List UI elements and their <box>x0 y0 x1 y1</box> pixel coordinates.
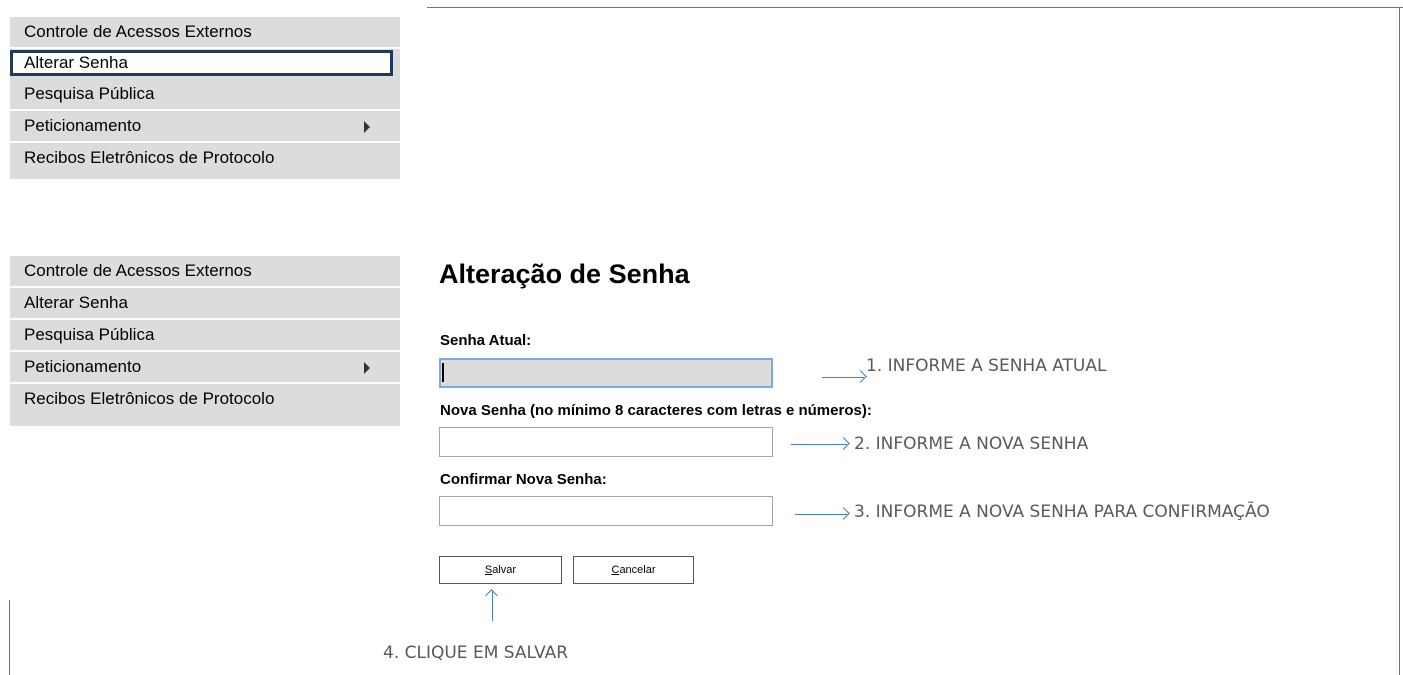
step1-arrow-icon <box>822 377 864 378</box>
menu-item-peticionamento[interactable]: Peticionamento <box>10 352 400 384</box>
new-password-label: Nova Senha (no mínimo 8 caracteres com l… <box>440 402 872 419</box>
menu-item-controle-acessos[interactable]: Controle de Acessos Externos <box>10 256 400 288</box>
menu-item-label: Peticionamento <box>24 116 142 135</box>
sidebar-menu-bottom: Controle de Acessos Externos Alterar Sen… <box>10 256 400 426</box>
menu-item-pesquisa-publica[interactable]: Pesquisa Pública <box>10 320 400 352</box>
step2-annotation: 2. INFORME A NOVA SENHA <box>854 434 1089 454</box>
step1-annotation: 1. INFORME A SENHA ATUAL <box>866 356 1107 376</box>
menu-item-label: Alterar Senha <box>24 53 128 72</box>
save-label-rest: alvar <box>492 564 517 576</box>
step3-arrow-icon <box>795 514 847 515</box>
step4-annotation: 4. CLIQUE EM SALVAR <box>383 643 569 663</box>
menu-item-label: Pesquisa Pública <box>24 325 155 344</box>
menu-item-label: Recibos Eletrônicos de Protocolo <box>24 389 275 408</box>
menu-item-pesquisa-publica[interactable]: Pesquisa Pública <box>10 79 400 111</box>
step2-arrow-icon <box>791 444 847 445</box>
current-password-field[interactable] <box>439 358 773 388</box>
menu-item-label: Recibos Eletrônicos de Protocolo <box>24 148 275 167</box>
menu-item-alterar-senha[interactable]: Alterar Senha <box>10 50 393 76</box>
menu-item-recibos[interactable]: Recibos Eletrônicos de Protocolo <box>10 143 400 181</box>
menu-item-recibos[interactable]: Recibos Eletrônicos de Protocolo <box>10 384 400 426</box>
sidebar-menu-top: Controle de Acessos Externos Alterar Sen… <box>10 17 400 181</box>
menu-item-alterar-senha[interactable]: Alterar Senha <box>10 288 400 320</box>
submenu-arrow-icon <box>364 362 370 374</box>
frame-left-border <box>9 600 10 675</box>
confirm-password-label: Confirmar Nova Senha: <box>440 471 607 488</box>
menu-item-label: Controle de Acessos Externos <box>24 261 252 280</box>
confirm-password-field[interactable] <box>439 496 773 526</box>
menu-item-controle-acessos[interactable]: Controle de Acessos Externos <box>10 17 400 49</box>
new-password-field[interactable] <box>439 427 773 457</box>
step3-annotation: 3. INFORME A NOVA SENHA PARA CONFIRMAÇÃO <box>854 502 1270 522</box>
frame-top-border <box>427 7 1403 8</box>
menu-item-label: Controle de Acessos Externos <box>24 22 252 41</box>
save-button[interactable]: Salvar <box>439 556 562 584</box>
menu-item-peticionamento[interactable]: Peticionamento <box>10 111 400 143</box>
menu-item-label: Alterar Senha <box>24 293 128 312</box>
current-password-label: Senha Atual: <box>440 332 532 349</box>
menu-item-label: Peticionamento <box>24 357 142 376</box>
text-caret <box>442 363 444 382</box>
step4-arrow-icon <box>492 591 493 621</box>
page-title: Alteração de Senha <box>439 259 690 289</box>
frame-right-border <box>1399 7 1400 675</box>
cancel-label-rest: ancelar <box>619 564 656 576</box>
cancel-button[interactable]: Cancelar <box>573 556 694 584</box>
menu-item-label: Pesquisa Pública <box>24 84 155 103</box>
submenu-arrow-icon <box>364 121 370 133</box>
